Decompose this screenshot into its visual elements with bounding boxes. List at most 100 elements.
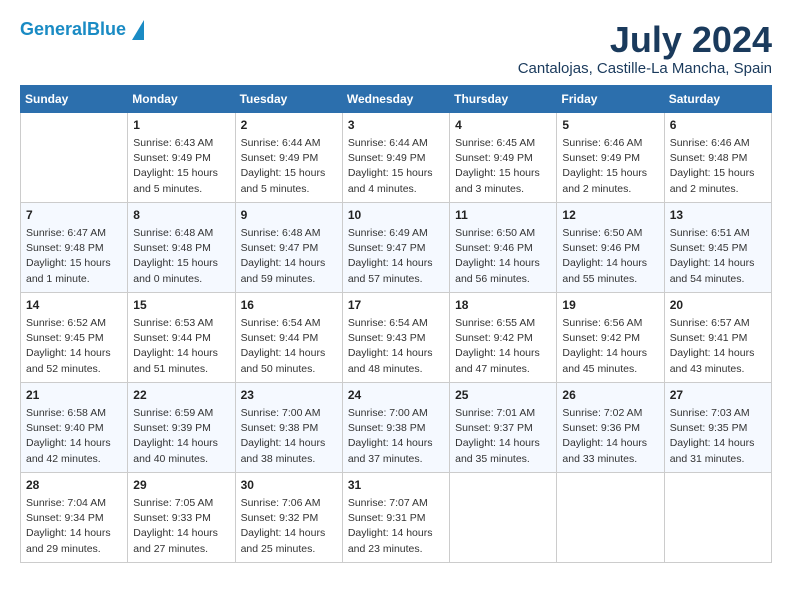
day-info-text: Sunrise: 7:05 AM <box>133 496 229 511</box>
day-info-text: Sunset: 9:49 PM <box>241 151 337 166</box>
day-info-text: Daylight: 14 hours <box>455 256 551 271</box>
day-info-text: Sunset: 9:47 PM <box>348 241 444 256</box>
day-info-text: Sunrise: 7:07 AM <box>348 496 444 511</box>
day-number: 29 <box>133 477 229 494</box>
day-info-text: and 52 minutes. <box>26 362 122 377</box>
calendar-cell: 23Sunrise: 7:00 AMSunset: 9:38 PMDayligh… <box>235 382 342 472</box>
day-info-text: and 48 minutes. <box>348 362 444 377</box>
calendar-cell: 17Sunrise: 6:54 AMSunset: 9:43 PMDayligh… <box>342 292 449 382</box>
weekday-header-thursday: Thursday <box>450 85 557 112</box>
calendar-cell: 12Sunrise: 6:50 AMSunset: 9:46 PMDayligh… <box>557 202 664 292</box>
day-info-text: Sunset: 9:38 PM <box>348 421 444 436</box>
day-number: 7 <box>26 207 122 224</box>
calendar-cell: 15Sunrise: 6:53 AMSunset: 9:44 PMDayligh… <box>128 292 235 382</box>
logo-general: General <box>20 19 87 39</box>
day-info-text: and 2 minutes. <box>562 182 658 197</box>
day-info-text: Daylight: 14 hours <box>562 436 658 451</box>
day-info-text: Sunset: 9:48 PM <box>133 241 229 256</box>
day-info-text: Sunrise: 6:54 AM <box>241 316 337 331</box>
day-info-text: Sunset: 9:40 PM <box>26 421 122 436</box>
calendar-cell: 21Sunrise: 6:58 AMSunset: 9:40 PMDayligh… <box>21 382 128 472</box>
calendar-cell: 3Sunrise: 6:44 AMSunset: 9:49 PMDaylight… <box>342 112 449 202</box>
day-number: 25 <box>455 387 551 404</box>
day-info-text: and 47 minutes. <box>455 362 551 377</box>
day-info-text: Sunrise: 7:01 AM <box>455 406 551 421</box>
day-info-text: Sunrise: 6:56 AM <box>562 316 658 331</box>
day-info-text: and 43 minutes. <box>670 362 766 377</box>
day-number: 6 <box>670 117 766 134</box>
day-info-text: and 57 minutes. <box>348 272 444 287</box>
day-info-text: and 29 minutes. <box>26 542 122 557</box>
calendar-cell: 20Sunrise: 6:57 AMSunset: 9:41 PMDayligh… <box>664 292 771 382</box>
month-title: July 2024 <box>518 20 772 60</box>
day-info-text: Sunrise: 6:44 AM <box>348 136 444 151</box>
day-info-text: Sunset: 9:41 PM <box>670 331 766 346</box>
day-number: 26 <box>562 387 658 404</box>
day-info-text: Sunrise: 6:58 AM <box>26 406 122 421</box>
weekday-header-wednesday: Wednesday <box>342 85 449 112</box>
calendar-cell: 5Sunrise: 6:46 AMSunset: 9:49 PMDaylight… <box>557 112 664 202</box>
day-info-text: Sunrise: 6:43 AM <box>133 136 229 151</box>
day-number: 24 <box>348 387 444 404</box>
day-info-text: Sunset: 9:38 PM <box>241 421 337 436</box>
day-info-text: Daylight: 15 hours <box>133 166 229 181</box>
day-info-text: and 5 minutes. <box>133 182 229 197</box>
day-info-text: and 2 minutes. <box>670 182 766 197</box>
day-info-text: and 27 minutes. <box>133 542 229 557</box>
day-info-text: and 33 minutes. <box>562 452 658 467</box>
day-number: 30 <box>241 477 337 494</box>
logo-triangle-icon <box>132 20 144 40</box>
calendar-cell: 29Sunrise: 7:05 AMSunset: 9:33 PMDayligh… <box>128 472 235 562</box>
calendar-cell <box>450 472 557 562</box>
page-header: GeneralBlue July 2024 Cantalojas, Castil… <box>20 20 772 77</box>
day-info-text: Daylight: 14 hours <box>133 436 229 451</box>
day-number: 13 <box>670 207 766 224</box>
day-number: 18 <box>455 297 551 314</box>
location-title: Cantalojas, Castille-La Mancha, Spain <box>518 60 772 77</box>
day-info-text: Daylight: 15 hours <box>26 256 122 271</box>
day-info-text: and 4 minutes. <box>348 182 444 197</box>
day-number: 16 <box>241 297 337 314</box>
day-info-text: Daylight: 15 hours <box>670 166 766 181</box>
calendar-cell: 16Sunrise: 6:54 AMSunset: 9:44 PMDayligh… <box>235 292 342 382</box>
day-number: 4 <box>455 117 551 134</box>
calendar-cell: 27Sunrise: 7:03 AMSunset: 9:35 PMDayligh… <box>664 382 771 472</box>
day-info-text: Sunrise: 7:04 AM <box>26 496 122 511</box>
day-info-text: Daylight: 14 hours <box>455 436 551 451</box>
logo: GeneralBlue <box>20 20 144 40</box>
day-info-text: Sunset: 9:46 PM <box>562 241 658 256</box>
day-info-text: Sunset: 9:46 PM <box>455 241 551 256</box>
day-number: 1 <box>133 117 229 134</box>
day-info-text: Sunrise: 6:55 AM <box>455 316 551 331</box>
calendar-week-1: 1Sunrise: 6:43 AMSunset: 9:49 PMDaylight… <box>21 112 772 202</box>
weekday-header-friday: Friday <box>557 85 664 112</box>
calendar-cell: 26Sunrise: 7:02 AMSunset: 9:36 PMDayligh… <box>557 382 664 472</box>
day-info-text: Daylight: 14 hours <box>348 436 444 451</box>
day-info-text: Sunrise: 7:00 AM <box>241 406 337 421</box>
calendar-cell: 19Sunrise: 6:56 AMSunset: 9:42 PMDayligh… <box>557 292 664 382</box>
day-info-text: Sunrise: 6:48 AM <box>241 226 337 241</box>
day-info-text: Sunset: 9:49 PM <box>133 151 229 166</box>
day-info-text: Daylight: 14 hours <box>241 256 337 271</box>
day-info-text: Daylight: 14 hours <box>348 346 444 361</box>
calendar-cell: 1 Sunrise: 6:43 AMSunset: 9:49 PMDaylight… <box>128 112 235 202</box>
day-info-text: Sunrise: 6:50 AM <box>562 226 658 241</box>
day-info-text: Daylight: 14 hours <box>26 346 122 361</box>
day-info-text: Daylight: 14 hours <box>562 256 658 271</box>
day-info-text: Daylight: 14 hours <box>133 526 229 541</box>
calendar-cell: 31Sunrise: 7:07 AMSunset: 9:31 PMDayligh… <box>342 472 449 562</box>
calendar-cell: 11Sunrise: 6:50 AMSunset: 9:46 PMDayligh… <box>450 202 557 292</box>
weekday-header-sunday: Sunday <box>21 85 128 112</box>
day-info-text: and 0 minutes. <box>133 272 229 287</box>
day-info-text: and 56 minutes. <box>455 272 551 287</box>
day-info-text: Sunrise: 7:02 AM <box>562 406 658 421</box>
day-number: 23 <box>241 387 337 404</box>
day-info-text: Sunset: 9:45 PM <box>670 241 766 256</box>
calendar-cell: 7Sunrise: 6:47 AMSunset: 9:48 PMDaylight… <box>21 202 128 292</box>
calendar-cell: 28Sunrise: 7:04 AMSunset: 9:34 PMDayligh… <box>21 472 128 562</box>
day-info-text: Sunrise: 7:03 AM <box>670 406 766 421</box>
day-number: 31 <box>348 477 444 494</box>
day-number: 11 <box>455 207 551 224</box>
calendar-cell: 18Sunrise: 6:55 AMSunset: 9:42 PMDayligh… <box>450 292 557 382</box>
day-info-text: Sunrise: 6:47 AM <box>26 226 122 241</box>
